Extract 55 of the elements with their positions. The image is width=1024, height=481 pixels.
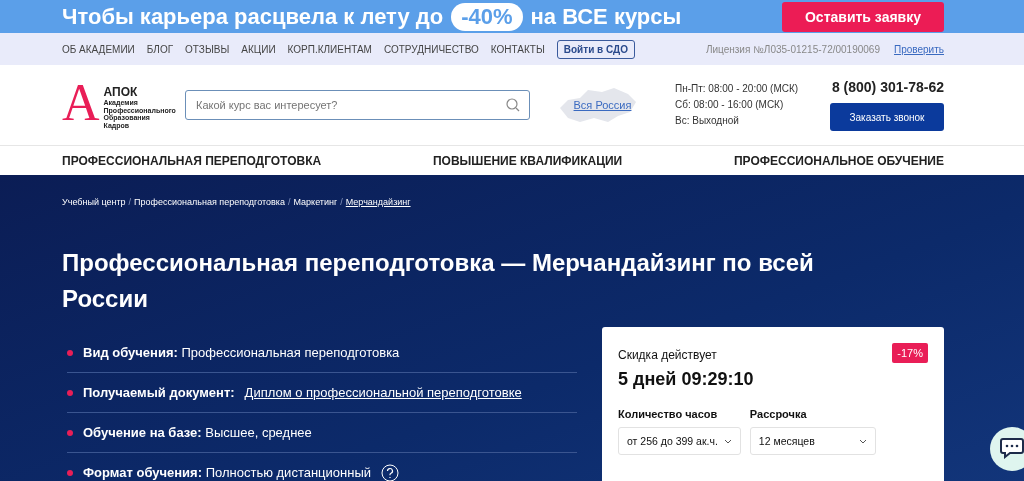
top-nav-link[interactable]: АКЦИИ (241, 43, 276, 55)
bullet-icon (67, 389, 73, 396)
chat-button[interactable] (990, 427, 1024, 471)
breadcrumb-separator: / (287, 197, 291, 207)
chevron-icon (723, 438, 732, 444)
breadcrumb-link[interactable]: Маркетинг (293, 197, 338, 207)
bullet-icon (67, 469, 73, 476)
hours-text: Вс: Выходной (675, 114, 740, 128)
logo-title: АПОК (103, 85, 139, 99)
leave-request-button[interactable]: Оставить заявку (782, 1, 944, 32)
callback-button[interactable]: Заказать звонок (830, 103, 944, 131)
main-nav-link[interactable]: ПРОФЕССИОНАЛЬНАЯ ПЕРЕПОДГОТОВКА (62, 153, 322, 168)
hours-text: Пн-Пт: 08:00 - 20:00 (МСК) (675, 82, 800, 96)
select-label: Количество часов (618, 408, 719, 420)
top-nav-link[interactable]: БЛОГ (146, 43, 174, 55)
discount-badge: -40% (451, 2, 523, 31)
discount-caption: Скидка действует (618, 348, 717, 362)
promo-text: Чтобы карьера расцвела к лету до (62, 3, 444, 30)
top-nav-link[interactable]: СОТРУДНИЧЕСТВО (383, 43, 479, 55)
bullet-icon (67, 349, 73, 356)
license-text: Лицензия №Л035-01215-72/00190069 (705, 43, 880, 55)
main-nav-link[interactable]: ПОВЫШЕНИЕ КВАЛИФИКАЦИИ (432, 153, 623, 168)
breadcrumb-link[interactable]: Мерчандайзинг (345, 197, 411, 207)
main-nav-link[interactable]: ПРОФЕССИОНАЛЬНОЕ ОБУЧЕНИЕ (733, 153, 944, 168)
phone-number: 8 (800) 301-78-62 (831, 79, 944, 95)
top-nav-link[interactable]: ОТЗЫВЫ (185, 43, 230, 55)
chat-icon (1000, 437, 1024, 459)
bullet-icon (67, 429, 73, 436)
promo-text: на ВСЕ курсы (530, 3, 682, 30)
hours-text: Сб: 08:00 - 16:00 (МСК) (675, 98, 785, 112)
search-field[interactable]: Какой курс вас интересует? (185, 90, 530, 120)
dropdown-select[interactable]: от 256 до 399 ак.ч. (618, 427, 741, 455)
breadcrumb-separator: / (340, 197, 343, 207)
diploma-link[interactable]: Диплом о профессиональной переподготовке (244, 385, 522, 400)
fact-text: Обучение на базе: Высшее, среднее (83, 425, 312, 440)
top-nav-link[interactable]: КОНТАКТЫ (490, 43, 545, 55)
fact-text: Вид обучения: Профессиональная переподготовка (83, 345, 400, 360)
top-nav-link[interactable]: КОРП.КЛИЕНТАМ (287, 43, 372, 55)
help-icon[interactable] (381, 463, 399, 481)
page-title: Профессиональная переподготовка — Мерчандайзинг по всей России (62, 248, 815, 314)
select-label: Рассрочка (749, 408, 808, 420)
logo-letter: А (62, 81, 100, 125)
verify-link[interactable]: Проверить (894, 43, 944, 55)
dropdown-select[interactable]: 12 месяцев (749, 427, 876, 455)
search-icon (506, 98, 520, 112)
countdown-timer: 5 дней 09:29:10 (618, 369, 755, 390)
breadcrumb-link[interactable]: Учебный центр (62, 197, 126, 207)
login-button[interactable]: Войти в СДО (556, 39, 635, 59)
breadcrumb-link[interactable]: Профессиональная переподготовка (134, 197, 285, 207)
discount-badge: -17% (892, 343, 928, 363)
fact-label: Получаемый документ: (83, 385, 235, 400)
chevron-icon (858, 438, 867, 444)
breadcrumb-separator: / (128, 197, 132, 207)
top-nav-link[interactable]: ОБ АКАДЕМИИ (62, 43, 135, 55)
fact-text: Формат обучения: Полностью дистанционный (83, 465, 371, 480)
